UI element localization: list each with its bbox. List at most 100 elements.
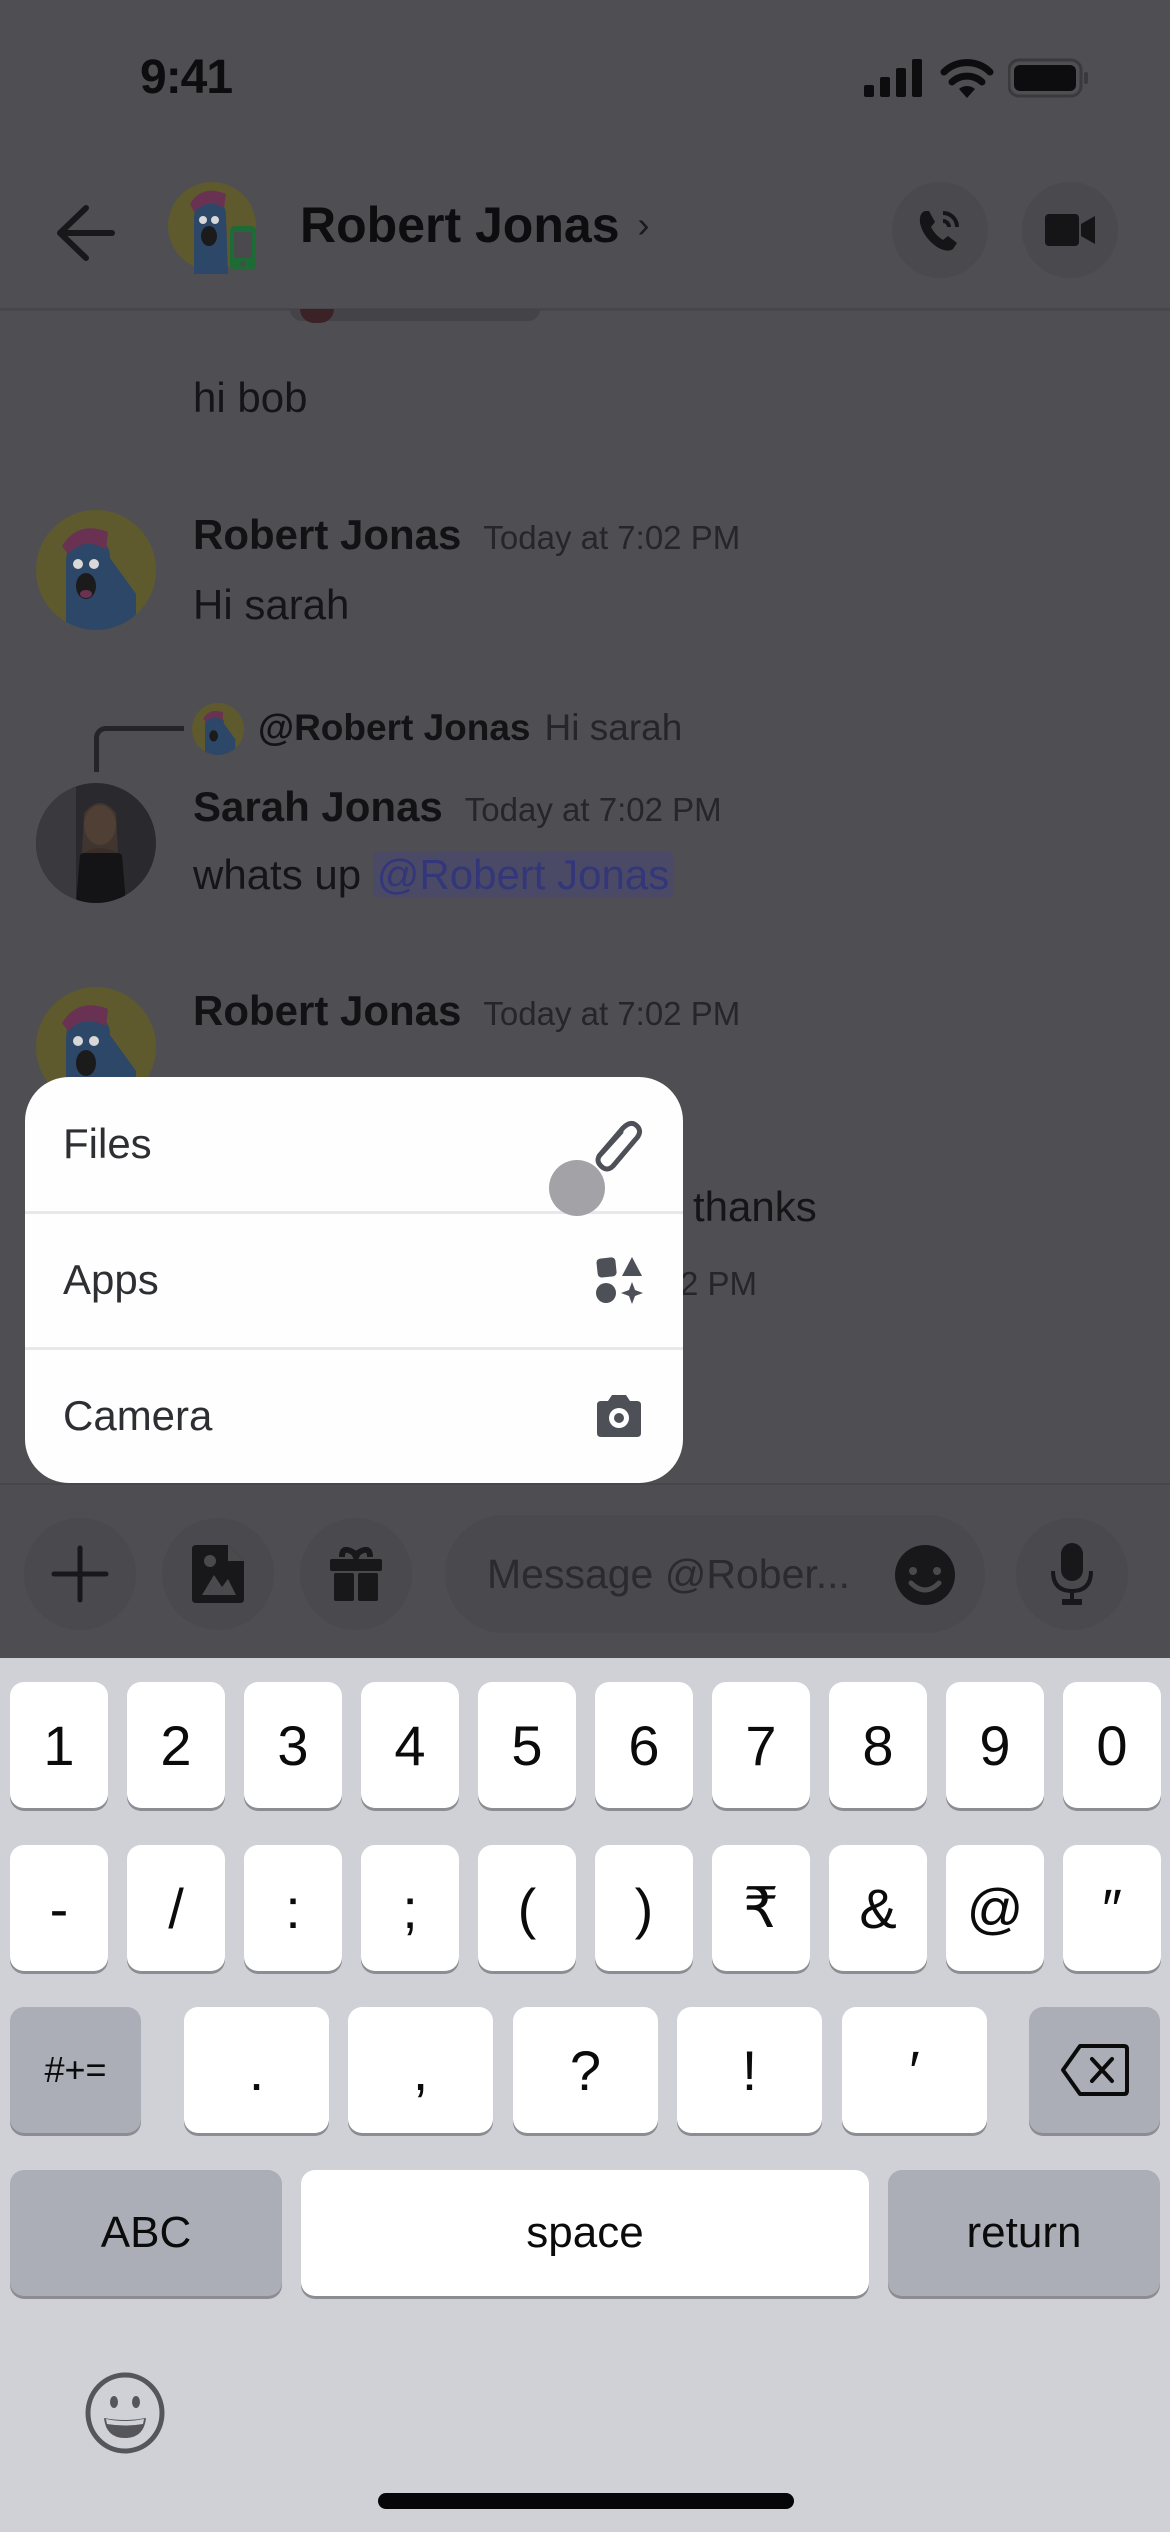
touch-indicator xyxy=(549,1160,605,1216)
gift-icon xyxy=(330,1546,382,1601)
keyboard: 1 2 3 4 5 6 7 8 9 0 - / : ; ( ) ₹ & @ ″ … xyxy=(0,1658,1170,2532)
message-text-fragment: l thanks xyxy=(672,1183,817,1230)
emoji-keyboard-icon xyxy=(85,2372,165,2454)
key[interactable]: ! xyxy=(677,2007,822,2133)
return-key[interactable]: return xyxy=(888,2170,1160,2296)
abc-key[interactable]: ABC xyxy=(10,2170,282,2296)
chat-header: Robert Jonas › xyxy=(0,160,1170,310)
reply-author: @Robert Jonas xyxy=(258,707,531,748)
key[interactable]: , xyxy=(348,2007,493,2133)
key[interactable]: 9 xyxy=(946,1682,1044,1808)
voice-message-button[interactable] xyxy=(1016,1518,1128,1630)
reply-preview[interactable]: @Robert Jonas Hi sarah xyxy=(258,707,682,749)
message-timestamp: Today at 7:02 PM xyxy=(483,519,741,556)
message-text: Hi sarah xyxy=(193,581,350,628)
attach-menu: Files Apps Camera xyxy=(25,1077,683,1483)
key[interactable]: ′ xyxy=(842,2007,987,2133)
message-header: Robert Jonas Today at 7:02 PM xyxy=(193,511,740,559)
avatar[interactable] xyxy=(36,783,156,903)
gallery-button[interactable] xyxy=(162,1518,274,1630)
video-call-button[interactable] xyxy=(1022,182,1118,278)
menu-item-apps[interactable]: Apps xyxy=(25,1213,683,1347)
microphone-icon xyxy=(1051,1543,1093,1605)
author-name[interactable]: Sarah Jonas xyxy=(193,783,443,830)
menu-item-label: Camera xyxy=(63,1392,213,1439)
author-name[interactable]: Robert Jonas xyxy=(193,987,461,1034)
apps-icon xyxy=(596,1257,643,1304)
camera-icon xyxy=(597,1395,641,1437)
back-button[interactable] xyxy=(52,200,118,266)
key[interactable]: 1 xyxy=(10,1682,108,1808)
key[interactable]: 7 xyxy=(712,1682,810,1808)
message-timestamp: Today at 7:02 PM xyxy=(483,995,741,1032)
phone-call-icon xyxy=(919,211,959,251)
message-text: hi bob xyxy=(193,374,308,421)
voice-call-button[interactable] xyxy=(892,182,988,278)
key[interactable]: 0 xyxy=(1063,1682,1161,1808)
gift-button[interactable] xyxy=(300,1518,412,1630)
status-time: 9:41 xyxy=(140,51,233,104)
menu-item-label: Apps xyxy=(63,1256,159,1303)
dm-chat-screen: 9:41 Robert Jonas › hi bob Robert Jonas … xyxy=(0,0,1170,1658)
message-timestamp: Today at 7:02 PM xyxy=(464,791,722,828)
avatar[interactable] xyxy=(36,510,156,630)
sarah-avatar-image xyxy=(36,783,156,903)
robert-avatar-image xyxy=(36,510,156,630)
header-avatar[interactable] xyxy=(168,178,264,274)
attach-plus-button[interactable] xyxy=(24,1518,136,1630)
message-body: whats up xyxy=(193,851,373,898)
header-title[interactable]: Robert Jonas › xyxy=(300,196,650,254)
key[interactable]: ″ xyxy=(1063,1845,1161,1971)
image-icon xyxy=(192,1545,244,1603)
key[interactable]: ? xyxy=(513,2007,658,2133)
key[interactable]: 4 xyxy=(361,1682,459,1808)
status-bar: 9:41 xyxy=(0,0,1170,140)
symbols-toggle-key[interactable]: #+= xyxy=(10,2007,141,2133)
reply-avatar xyxy=(192,703,244,755)
robert-avatar-image xyxy=(192,703,244,755)
key[interactable]: ₹ xyxy=(712,1845,810,1971)
message-text: whats up @Robert Jonas xyxy=(193,851,674,899)
robert-avatar-image xyxy=(168,182,256,274)
key[interactable]: 8 xyxy=(829,1682,927,1808)
plus-icon xyxy=(51,1545,109,1603)
key[interactable]: 3 xyxy=(244,1682,342,1808)
key[interactable]: 5 xyxy=(478,1682,576,1808)
battery-icon xyxy=(1008,58,1088,98)
key[interactable]: ; xyxy=(361,1845,459,1971)
contact-name: Robert Jonas xyxy=(300,197,620,253)
key[interactable]: ( xyxy=(478,1845,576,1971)
backspace-icon xyxy=(1060,2044,1129,2096)
emoji-icon[interactable] xyxy=(893,1543,957,1607)
key[interactable]: 6 xyxy=(595,1682,693,1808)
message-header: Sarah Jonas Today at 7:02 PM xyxy=(193,783,722,831)
space-key[interactable]: space xyxy=(301,2170,869,2296)
key[interactable]: & xyxy=(829,1845,927,1971)
emoji-keyboard-button[interactable] xyxy=(84,2372,166,2454)
key[interactable]: - xyxy=(10,1845,108,1971)
message-timestamp-fragment: 2 PM xyxy=(680,1265,758,1302)
menu-item-camera[interactable]: Camera xyxy=(25,1349,683,1483)
message-composer: Message @Rober... xyxy=(0,1483,1170,1658)
cellular-signal-icon xyxy=(864,59,922,97)
reply-text: Hi sarah xyxy=(544,707,683,748)
reply-connector xyxy=(94,726,184,772)
message-header: Robert Jonas Today at 7:02 PM xyxy=(193,987,740,1035)
key[interactable]: 2 xyxy=(127,1682,225,1808)
key[interactable]: ) xyxy=(595,1845,693,1971)
arrow-left-icon xyxy=(57,205,115,261)
key[interactable]: . xyxy=(184,2007,329,2133)
message-input[interactable]: Message @Rober... xyxy=(445,1515,985,1633)
key[interactable]: : xyxy=(244,1845,342,1971)
status-icons xyxy=(864,58,1090,98)
key[interactable]: @ xyxy=(946,1845,1044,1971)
menu-item-label: Files xyxy=(63,1120,152,1167)
backspace-key[interactable] xyxy=(1029,2007,1160,2133)
message-input-placeholder: Message @Rober... xyxy=(487,1550,850,1597)
author-name[interactable]: Robert Jonas xyxy=(193,511,461,558)
home-indicator[interactable] xyxy=(378,2493,794,2509)
key[interactable]: / xyxy=(127,1845,225,1971)
chevron-right-icon: › xyxy=(637,204,650,245)
user-mention[interactable]: @Robert Jonas xyxy=(372,851,674,898)
wifi-icon xyxy=(940,59,994,98)
